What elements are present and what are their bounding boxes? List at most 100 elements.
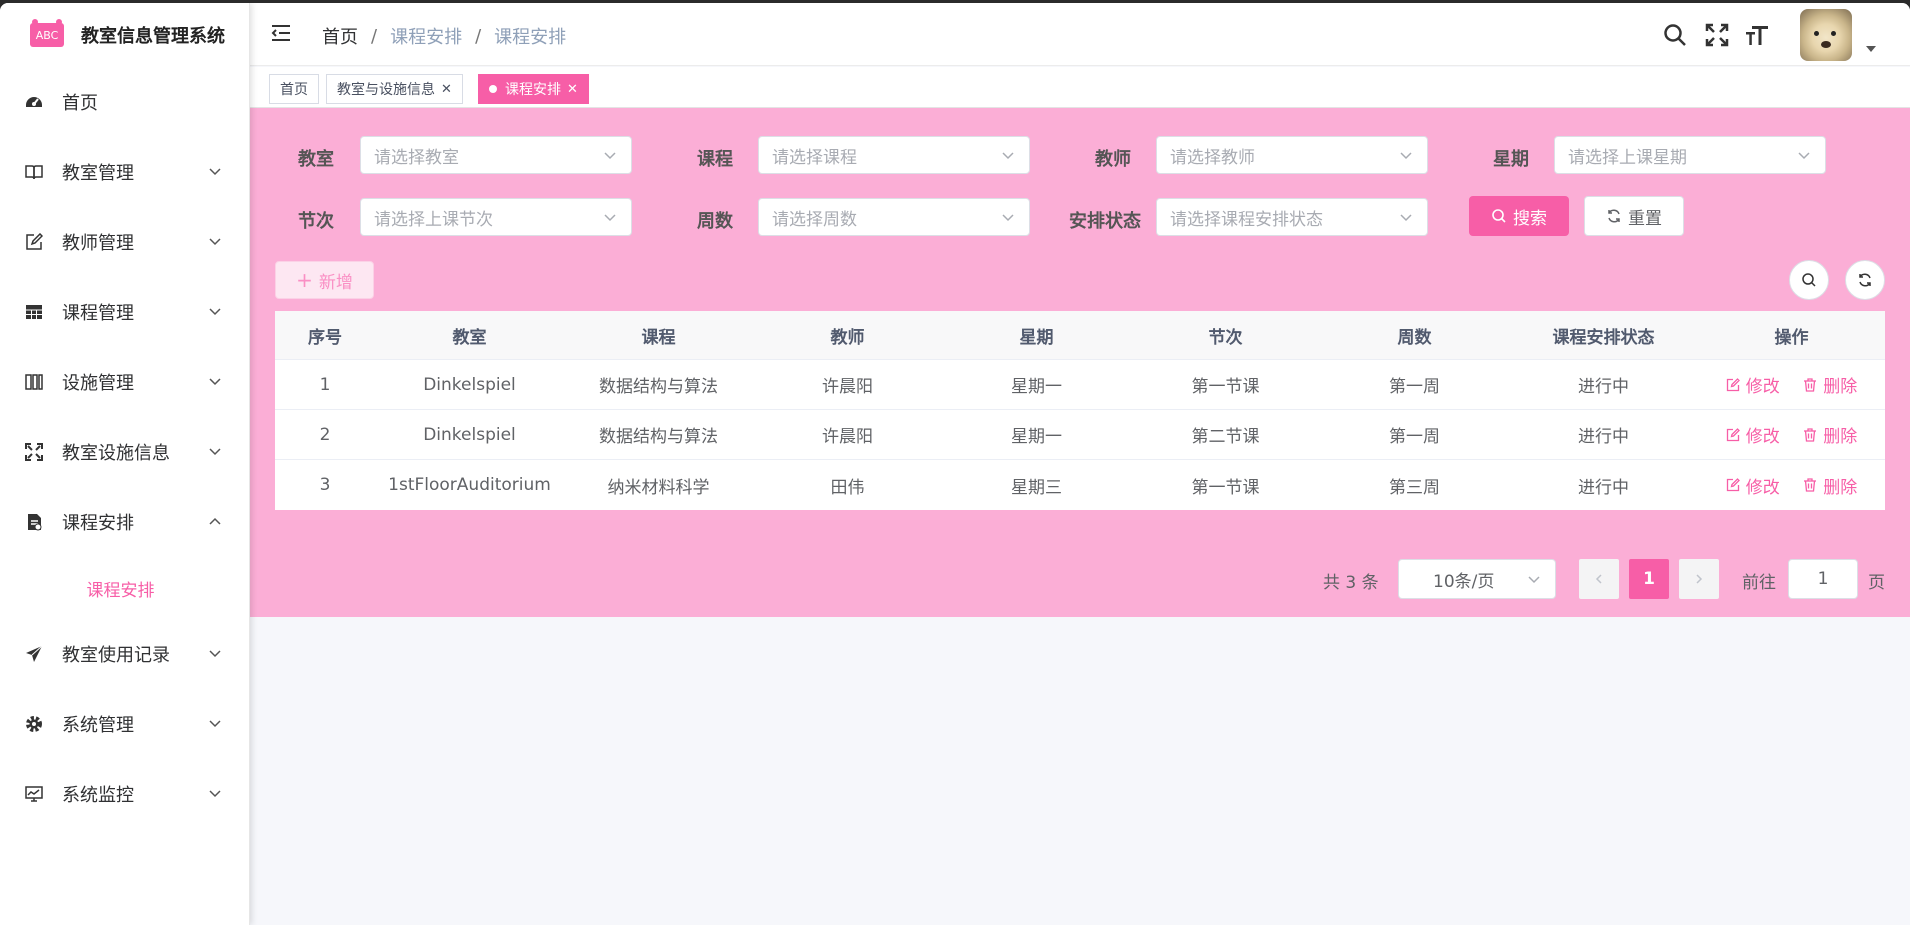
table-cell: 田伟 (830, 477, 865, 498)
sidebar-item-monitor[interactable]: 系统监控 (0, 759, 249, 829)
sidebar-item-classroom[interactable]: 教室管理 (0, 137, 249, 207)
caret-down-icon[interactable] (1866, 46, 1876, 52)
next-page-button[interactable] (1679, 559, 1719, 599)
sidebar-item-classroom-facility[interactable]: 教室设施信息 (0, 417, 249, 487)
week-select[interactable]: 请选择周数 (758, 198, 1030, 236)
trash-icon (1804, 427, 1817, 442)
prev-page-button[interactable] (1579, 559, 1619, 599)
edit-icon (24, 232, 44, 252)
goto-label: 前往 (1742, 573, 1776, 593)
add-button[interactable]: + 新增 (275, 261, 374, 299)
sidebar-item-facility[interactable]: 设施管理 (0, 347, 249, 417)
breadcrumb-home[interactable]: 首页 (322, 23, 358, 49)
classroom-select[interactable]: 请选择教室 (360, 136, 632, 174)
refresh-icon (1859, 273, 1871, 287)
column-header: 序号 (308, 327, 342, 348)
search-icon[interactable] (1662, 22, 1688, 48)
table-cell: 进行中 (1578, 477, 1629, 498)
chevron-down-icon (209, 650, 221, 658)
logo[interactable]: ABC 教室信息管理系统 (0, 3, 249, 67)
sidebar-item-teacher[interactable]: 教师管理 (0, 207, 249, 277)
top-navbar: 首页 / 课程安排 / 课程安排 (250, 3, 1910, 66)
plus-icon: + (296, 268, 313, 292)
toggle-search-button[interactable] (1789, 260, 1829, 300)
breadcrumb: 首页 / 课程安排 / 课程安排 (322, 23, 566, 49)
tag-schedule[interactable]: 课程安排 ✕ (478, 74, 589, 104)
column-header: 课程 (641, 327, 676, 348)
app-window: ABC 教室信息管理系统 首页 教室管理 教师管理 课程管理 设施管理 教室设施… (0, 3, 1910, 925)
sidebar-item-course[interactable]: 课程管理 (0, 277, 249, 347)
fullscreen-icon[interactable] (1704, 22, 1730, 48)
edit-icon (1726, 427, 1740, 441)
tag-classroom-facility[interactable]: 教室与设施信息 ✕ (326, 74, 463, 104)
chevron-down-icon (604, 152, 616, 160)
table-cell: 数据结构与算法 (599, 427, 718, 447)
table-cell: 2 (319, 424, 331, 445)
edit-label: 修改 (1745, 427, 1780, 447)
goto-page-input[interactable]: 1 (1788, 559, 1858, 599)
close-icon[interactable]: ✕ (567, 82, 578, 97)
sidebar-subitem-schedule[interactable]: 课程安排 (0, 557, 249, 619)
placeholder: 请选择上课节次 (374, 209, 493, 230)
page-number-button[interactable]: 1 (1629, 559, 1669, 599)
chevron-down-icon (209, 378, 221, 386)
table-row: 1 Dinkelspiel 数据结构与算法 许晨阳 星期一 第一节课 第一周 进… (275, 360, 1885, 410)
weekday-select[interactable]: 请选择上课星期 (1554, 136, 1826, 174)
tag-label: 教室与设施信息 (337, 82, 435, 98)
sidebar-item-usage-record[interactable]: 教室使用记录 (0, 619, 249, 689)
page-suffix: 页 (1868, 573, 1885, 593)
table-cell: 进行中 (1578, 427, 1629, 447)
sidebar-item-schedule[interactable]: 课程安排 (0, 487, 249, 557)
status-select[interactable]: 请选择课程安排状态 (1156, 198, 1428, 236)
active-dot-icon (489, 85, 497, 93)
edit-icon (1726, 377, 1740, 391)
period-select[interactable]: 请选择上课节次 (360, 198, 632, 236)
table-cell: 第一周 (1389, 427, 1440, 447)
chevron-down-icon (1400, 214, 1412, 222)
delete-button[interactable]: 删除 (1803, 372, 1857, 397)
reset-button[interactable]: 重置 (1584, 196, 1684, 236)
placeholder: 请选择上课星期 (1568, 147, 1687, 168)
sidebar-item-system[interactable]: 系统管理 (0, 689, 249, 759)
sidebar-item-label: 教师管理 (62, 233, 134, 254)
chevron-down-icon (209, 790, 221, 798)
actions-cell: 修改 删除 (1698, 473, 1885, 498)
schedule-table: 序号 教室 课程 教师 星期 节次 周数 课程安排状态 操作 1 Dinkels… (275, 311, 1885, 510)
column-header: 星期 (1019, 327, 1054, 348)
filter-label-weekday: 星期 (1493, 149, 1529, 170)
table-cell: 进行中 (1578, 377, 1629, 397)
table-cell: 第三周 (1389, 477, 1440, 498)
tag-home[interactable]: 首页 (269, 74, 319, 104)
document-icon (24, 512, 44, 532)
course-select[interactable]: 请选择课程 (758, 136, 1030, 174)
delete-button[interactable]: 删除 (1803, 422, 1857, 447)
chevron-down-icon (1528, 576, 1540, 584)
font-size-icon[interactable] (1744, 22, 1770, 48)
page-size-select[interactable]: 10条/页 (1398, 559, 1556, 599)
dashboard-icon (24, 92, 44, 112)
column-header: 节次 (1208, 327, 1243, 348)
refresh-button[interactable] (1845, 260, 1885, 300)
search-button[interactable]: 搜索 (1469, 196, 1569, 236)
actions-cell: 修改 删除 (1698, 422, 1885, 447)
sidebar-item-label: 系统管理 (62, 715, 134, 736)
edit-button[interactable]: 修改 (1726, 372, 1780, 397)
gear-icon (24, 714, 44, 734)
close-icon[interactable]: ✕ (441, 82, 452, 97)
table-cell: 许晨阳 (822, 377, 873, 397)
edit-button[interactable]: 修改 (1726, 473, 1780, 498)
table-cell: Dinkelspiel (423, 374, 516, 395)
edit-button[interactable]: 修改 (1726, 422, 1780, 447)
breadcrumb-separator: / (371, 25, 378, 47)
fullscreen-icon (24, 442, 44, 462)
chevron-down-icon (604, 214, 616, 222)
sidebar-item-label: 设施管理 (62, 373, 134, 394)
teacher-select[interactable]: 请选择教师 (1156, 136, 1428, 174)
column-header: 教室 (452, 327, 487, 348)
sidebar-item-home[interactable]: 首页 (0, 67, 249, 137)
hamburger-icon[interactable] (271, 23, 291, 43)
delete-button[interactable]: 删除 (1803, 473, 1857, 498)
column-header: 操作 (1774, 327, 1809, 348)
search-button-label: 搜索 (1513, 208, 1547, 229)
avatar[interactable] (1800, 9, 1852, 61)
